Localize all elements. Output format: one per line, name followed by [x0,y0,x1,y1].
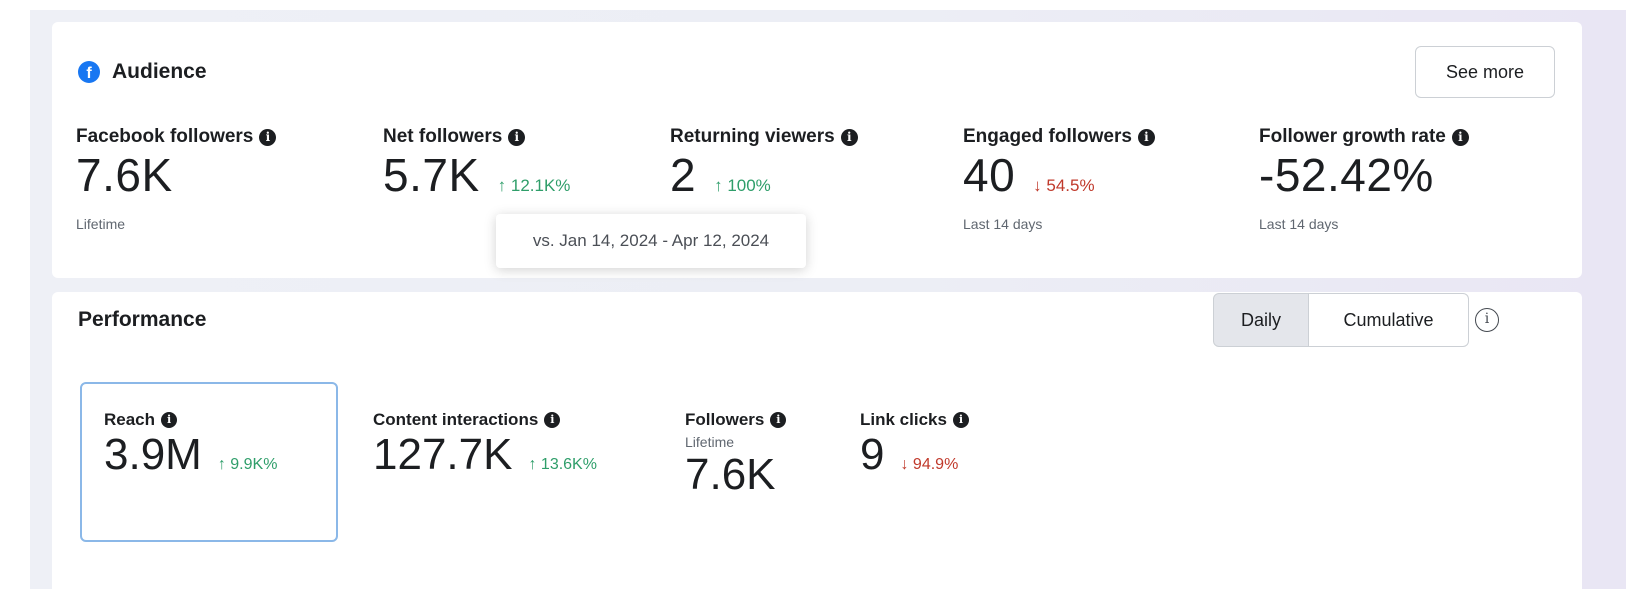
info-icon[interactable]: i [952,412,969,428]
metric-delta: ↓ 94.9% [900,456,959,473]
performance-title: Performance [78,308,207,331]
metric-period: Last 14 days [963,216,1043,232]
metric-delta: ↑ 12.1K% [497,176,571,195]
info-icon[interactable]: i [840,128,858,146]
info-icon[interactable]: i [770,412,787,428]
metric-label: Content interactions [373,410,539,429]
metric-period: Last 14 days [1259,216,1339,232]
metric-delta: ↓ 54.5% [1033,176,1095,195]
audience-header: f Audience [78,60,207,84]
metric-returning-viewers: Returning viewers i 2 ↑ 100% [670,126,858,202]
metric-value: 127.7K [373,430,513,479]
metric-label: Net followers [383,126,503,147]
metric-label: Follower growth rate [1259,126,1446,147]
metric-value: 2 [670,149,697,201]
info-icon[interactable]: i [508,128,526,146]
audience-title: Audience [112,60,207,83]
metric-label: Reach [104,410,156,429]
metric-value: 3.9M [104,430,202,479]
comparison-tooltip: vs. Jan 14, 2024 - Apr 12, 2024 [496,214,806,268]
metric-reach: Reach i 3.9M ↑ 9.9K% [104,410,277,480]
metric-facebook-followers: Facebook followers i 7.6K Lifetime [76,126,277,232]
metric-value: 7.6K [685,450,776,499]
performance-card: Performance Daily Cumulative i Reach i 3.… [52,292,1582,589]
metric-value: 5.7K [383,149,480,201]
info-icon[interactable]: i [1137,128,1155,146]
metric-followers[interactable]: Followers i Lifetime 7.6K [685,410,787,500]
performance-header: Performance [78,308,206,332]
daily-button[interactable]: Daily [1213,293,1309,347]
metric-value: 9 [860,430,885,479]
metric-value: -52.42% [1259,149,1434,201]
left-strip [0,0,30,589]
metric-engaged-followers: Engaged followers i 40 ↓ 54.5% Last 14 da… [963,126,1155,232]
metric-delta: ↑ 9.9K% [217,456,278,473]
metric-label: Engaged followers [963,126,1132,147]
metric-label: Followers [685,410,765,429]
metric-value: 7.6K [76,149,173,201]
info-outline-icon[interactable]: i [1475,308,1499,332]
info-icon[interactable]: i [259,128,277,146]
metric-content-interactions[interactable]: Content interactions i 127.7K ↑ 13.6K% [373,410,597,480]
metric-follower-growth-rate: Follower growth rate i -52.42% Last 14 da… [1259,126,1469,232]
metric-label: Facebook followers [76,126,254,147]
metric-link-clicks[interactable]: Link clicks i 9 ↓ 94.9% [860,410,969,480]
metric-label: Returning viewers [670,126,835,147]
view-toggle: Daily Cumulative [1213,293,1469,347]
see-more-button[interactable]: See more [1415,46,1555,98]
audience-card: f Audience See more Facebook followers i … [52,22,1582,278]
top-strip [0,0,1626,10]
metric-label: Link clicks [860,410,947,429]
metric-period: Lifetime [76,216,126,232]
metric-value: 40 [963,149,1016,201]
cumulative-button[interactable]: Cumulative [1309,293,1469,347]
info-icon[interactable]: i [544,412,561,428]
facebook-logo-icon: f [78,61,100,83]
info-icon[interactable]: i [161,412,178,428]
metric-period: Lifetime [685,434,735,450]
info-icon[interactable]: i [1451,128,1469,146]
metric-delta: ↑ 13.6K% [528,456,597,473]
metric-net-followers: Net followers i 5.7K ↑ 12.1K% [383,126,570,202]
metric-delta: ↑ 100% [714,176,771,195]
